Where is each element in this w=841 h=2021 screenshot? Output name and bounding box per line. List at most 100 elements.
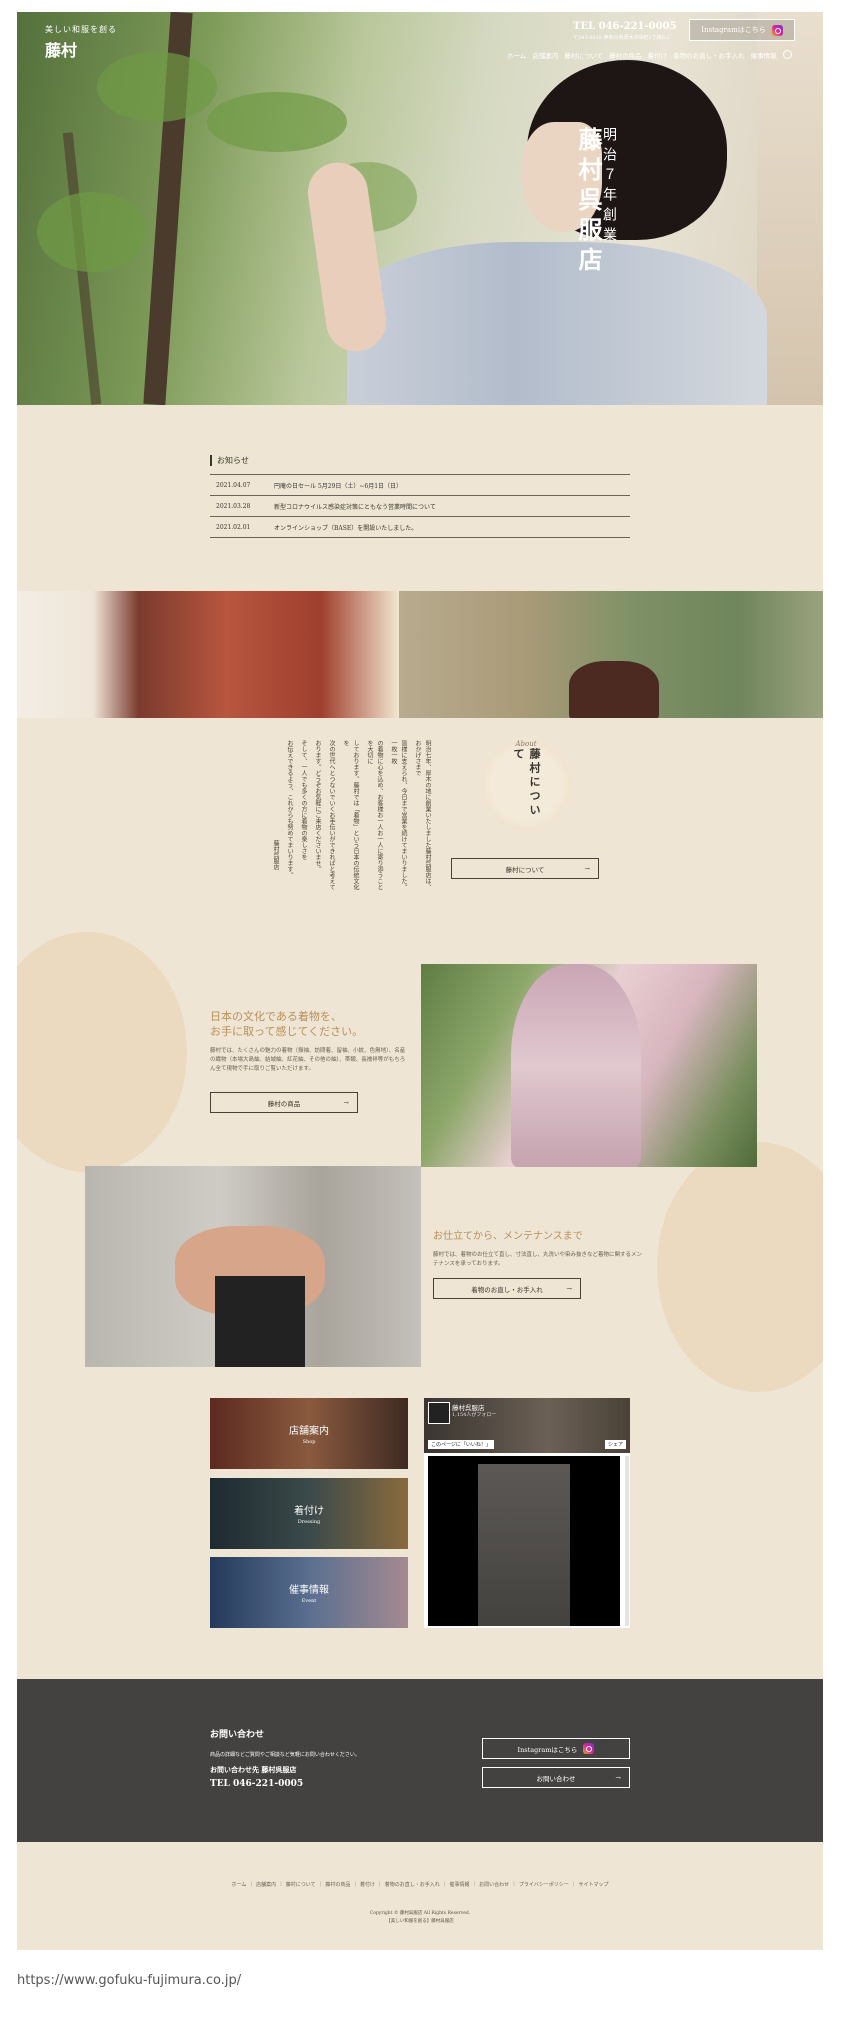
separator: |	[513, 1881, 515, 1887]
floral-decoration	[657, 1142, 823, 1392]
contact-form-button[interactable]: お問い合わせ →	[482, 1767, 630, 1788]
arrow-right-icon: →	[584, 864, 590, 873]
news-item[interactable]: 2021.03.28 新型コロナウイルス感染症対策にともなう営業時間について	[210, 495, 630, 516]
contact-tel[interactable]: TEL 046-221-0005	[210, 1779, 303, 1789]
instagram-button[interactable]: Instagramはこちら	[689, 19, 795, 41]
tile-events[interactable]: 催事情報 Event	[210, 1557, 408, 1628]
page: 美しい和服を創る 藤村 TEL 046-221-0005 〒243-0018 神…	[17, 12, 823, 1950]
news-item[interactable]: 2021.04.07 円庵の日セール 5月29日（土）~6月1日（日）	[210, 474, 630, 495]
nav-maintenance[interactable]: 着物のお直し・お手入れ	[673, 50, 745, 60]
header-address: 〒243-0018 神奈川県厚木市中町2丁目6-2	[573, 35, 670, 41]
about-line: しております。藤村では「着物」という日本の伝統文化を	[342, 740, 359, 890]
news-date: 2021.02.01	[216, 523, 251, 531]
tile-title: 着付け	[294, 1506, 324, 1517]
nav-home[interactable]: ホーム	[507, 50, 526, 60]
about-signature: 藤村呉服店	[272, 840, 279, 870]
footer-link[interactable]: 着物のお直し・お手入れ	[385, 1881, 440, 1888]
separator: |	[319, 1881, 322, 1887]
news-item[interactable]: 2021.02.01 オンラインショップ（BASE）を開設いたしました。	[210, 516, 630, 538]
products-button-label: 藤村の商品	[267, 1099, 301, 1108]
site-logo[interactable]: 美しい和服を創る 藤村	[45, 24, 117, 61]
footer-link[interactable]: プライバシーポリシー	[519, 1881, 569, 1888]
news-text: 新型コロナウイルス感染症対策にともなう営業時間について	[274, 503, 436, 511]
facebook-post	[428, 1456, 620, 1626]
maintenance-button[interactable]: 着物のお直し・お手入れ →	[433, 1278, 581, 1299]
contact-instagram-button[interactable]: Instagramはこちら	[482, 1738, 630, 1759]
footer-nav: ホーム | 店舗案内 | 藤村について | 藤村の商品 | 着付け | 着物のお直し・お手…	[17, 1881, 823, 1888]
products-button[interactable]: 藤村の商品 →	[210, 1092, 358, 1113]
nav-shop[interactable]: 店舗案内	[532, 50, 558, 60]
nav-events[interactable]: 催事情報	[751, 50, 777, 60]
about-line: おります。どうぞお気軽にご来店くださいませ。	[314, 740, 321, 872]
products-heading-line1: 日本の文化である着物を、	[210, 1010, 342, 1023]
facebook-avatar	[428, 1402, 450, 1424]
facebook-share-button[interactable]: シェア	[604, 1440, 626, 1449]
tile-title: 催事情報	[289, 1585, 329, 1596]
instagram-icon	[771, 24, 783, 36]
floral-decoration	[17, 932, 187, 1172]
page-url: https://www.gofuku-fujimura.co.jp/	[17, 1973, 242, 1988]
tile-sub: Shop	[302, 1439, 316, 1445]
foliage	[37, 192, 147, 272]
footer-link[interactable]: 藤村について	[286, 1881, 316, 1888]
tile-shop[interactable]: 店舗案内 Shop	[210, 1398, 408, 1469]
products-heading: 日本の文化である着物を、 お手に取って感じてください。	[210, 1009, 363, 1039]
about-line: 明治七年、厚木の地に創業いたしました藤村呉服店は、おかげさまで	[414, 740, 431, 890]
about-badge-en: About	[515, 740, 537, 748]
products-heading-line2: お手に取って感じてください。	[210, 1025, 364, 1038]
footer-link[interactable]: 着付け	[360, 1881, 375, 1888]
footer-link[interactable]: 催事情報	[449, 1881, 469, 1888]
logo-tagline: 美しい和服を創る	[45, 25, 117, 34]
scrollbar[interactable]	[625, 1456, 629, 1626]
contact-text: 商品の詳細などご質問やご相談など気軽にお問い合わせください。	[210, 1752, 360, 1758]
header-phone[interactable]: TEL 046-221-0005 〒243-0018 神奈川県厚木市中町2丁目6…	[573, 21, 676, 41]
footer-link[interactable]: 店舗案内	[256, 1881, 276, 1888]
contact-section: お問い合わせ 商品の詳細などご質問やご相談など気軽にお問い合わせください。 お問…	[17, 1679, 823, 1842]
logo-name: 藤村	[45, 41, 78, 60]
tile-dressing[interactable]: 着付け Dressing	[210, 1478, 408, 1549]
kimono-woman-photo	[421, 964, 757, 1167]
about-button[interactable]: 藤村について →	[451, 858, 599, 879]
tile-sub: Dressing	[297, 1519, 321, 1525]
separator: |	[473, 1881, 476, 1887]
tile-sub: Event	[301, 1598, 317, 1604]
copyright-text: Copyright © 藤村呉服店 All Rights Reserved.	[369, 1911, 471, 1916]
about-line: お伝えできるよう、これからも努めてまいります。	[286, 740, 293, 878]
nav-dressing[interactable]: 着付け	[648, 50, 668, 60]
about-text: 明治七年、厚木の地に創業いたしました藤村呉服店は、おかげさまで 皆様に支えられ、…	[272, 740, 432, 890]
instagram-label: Instagramはこちら	[701, 26, 766, 34]
facebook-like-button[interactable]: このページに「いいね！」	[428, 1440, 494, 1449]
news-text: オンラインショップ（BASE）を開設いたしました。	[274, 524, 418, 532]
arrow-right-icon: →	[343, 1098, 349, 1107]
kimono-obi-photo	[17, 591, 397, 718]
nav-about[interactable]: 藤村について	[564, 50, 603, 60]
maintenance-text: 藤村では、着物のお仕立て直し、寸法直し、丸洗いや染み抜きなど着物に関するメンテナ…	[433, 1252, 643, 1267]
header-tel: TEL 046-221-0005	[573, 21, 677, 32]
about-badge-jp: 藤村について	[512, 748, 541, 818]
foliage	[207, 92, 347, 152]
footer-link[interactable]: サイトマップ	[578, 1881, 608, 1888]
facebook-widget[interactable]: 藤村呉服店 1,154人がフォロー このページに「いいね！」 シェア	[424, 1398, 630, 1628]
contact-heading: お問い合わせ	[210, 1730, 265, 1740]
about-line: そして、一人でも多くの方に着物の楽しさを	[300, 740, 307, 860]
garden-photo	[399, 591, 823, 718]
footer-link[interactable]: お問い合わせ	[479, 1881, 509, 1888]
foliage	[97, 52, 217, 122]
hero-title: 藤村呉服店	[574, 127, 603, 277]
instagram-label: Instagramはこちら	[517, 1745, 578, 1754]
separator: |	[250, 1881, 253, 1887]
arrow-right-icon: →	[566, 1284, 572, 1293]
about-badge: About 藤村について	[481, 740, 571, 830]
nav-products[interactable]: 藤村の商品	[609, 50, 642, 60]
copyright: Copyright © 藤村呉服店 All Rights Reserved. 【…	[17, 1910, 823, 1926]
footer-link[interactable]: 藤村の商品	[325, 1881, 350, 1888]
instagram-icon	[583, 1743, 595, 1754]
search-icon[interactable]	[782, 50, 792, 59]
separator: |	[280, 1881, 282, 1887]
tailoring-photo	[85, 1166, 421, 1367]
facebook-followers: 1,154人がフォロー	[452, 1412, 497, 1418]
about-line: 皆様に支えられ、今日まで営業を続けてまいりました。一枚一枚	[390, 740, 407, 890]
main-nav: ホーム 店舗案内 藤村について 藤村の商品 着付け 着物のお直し・お手入れ 催事…	[507, 50, 792, 60]
tile-title: 店舗案内	[289, 1426, 329, 1437]
footer-link[interactable]: ホーム	[232, 1881, 247, 1888]
